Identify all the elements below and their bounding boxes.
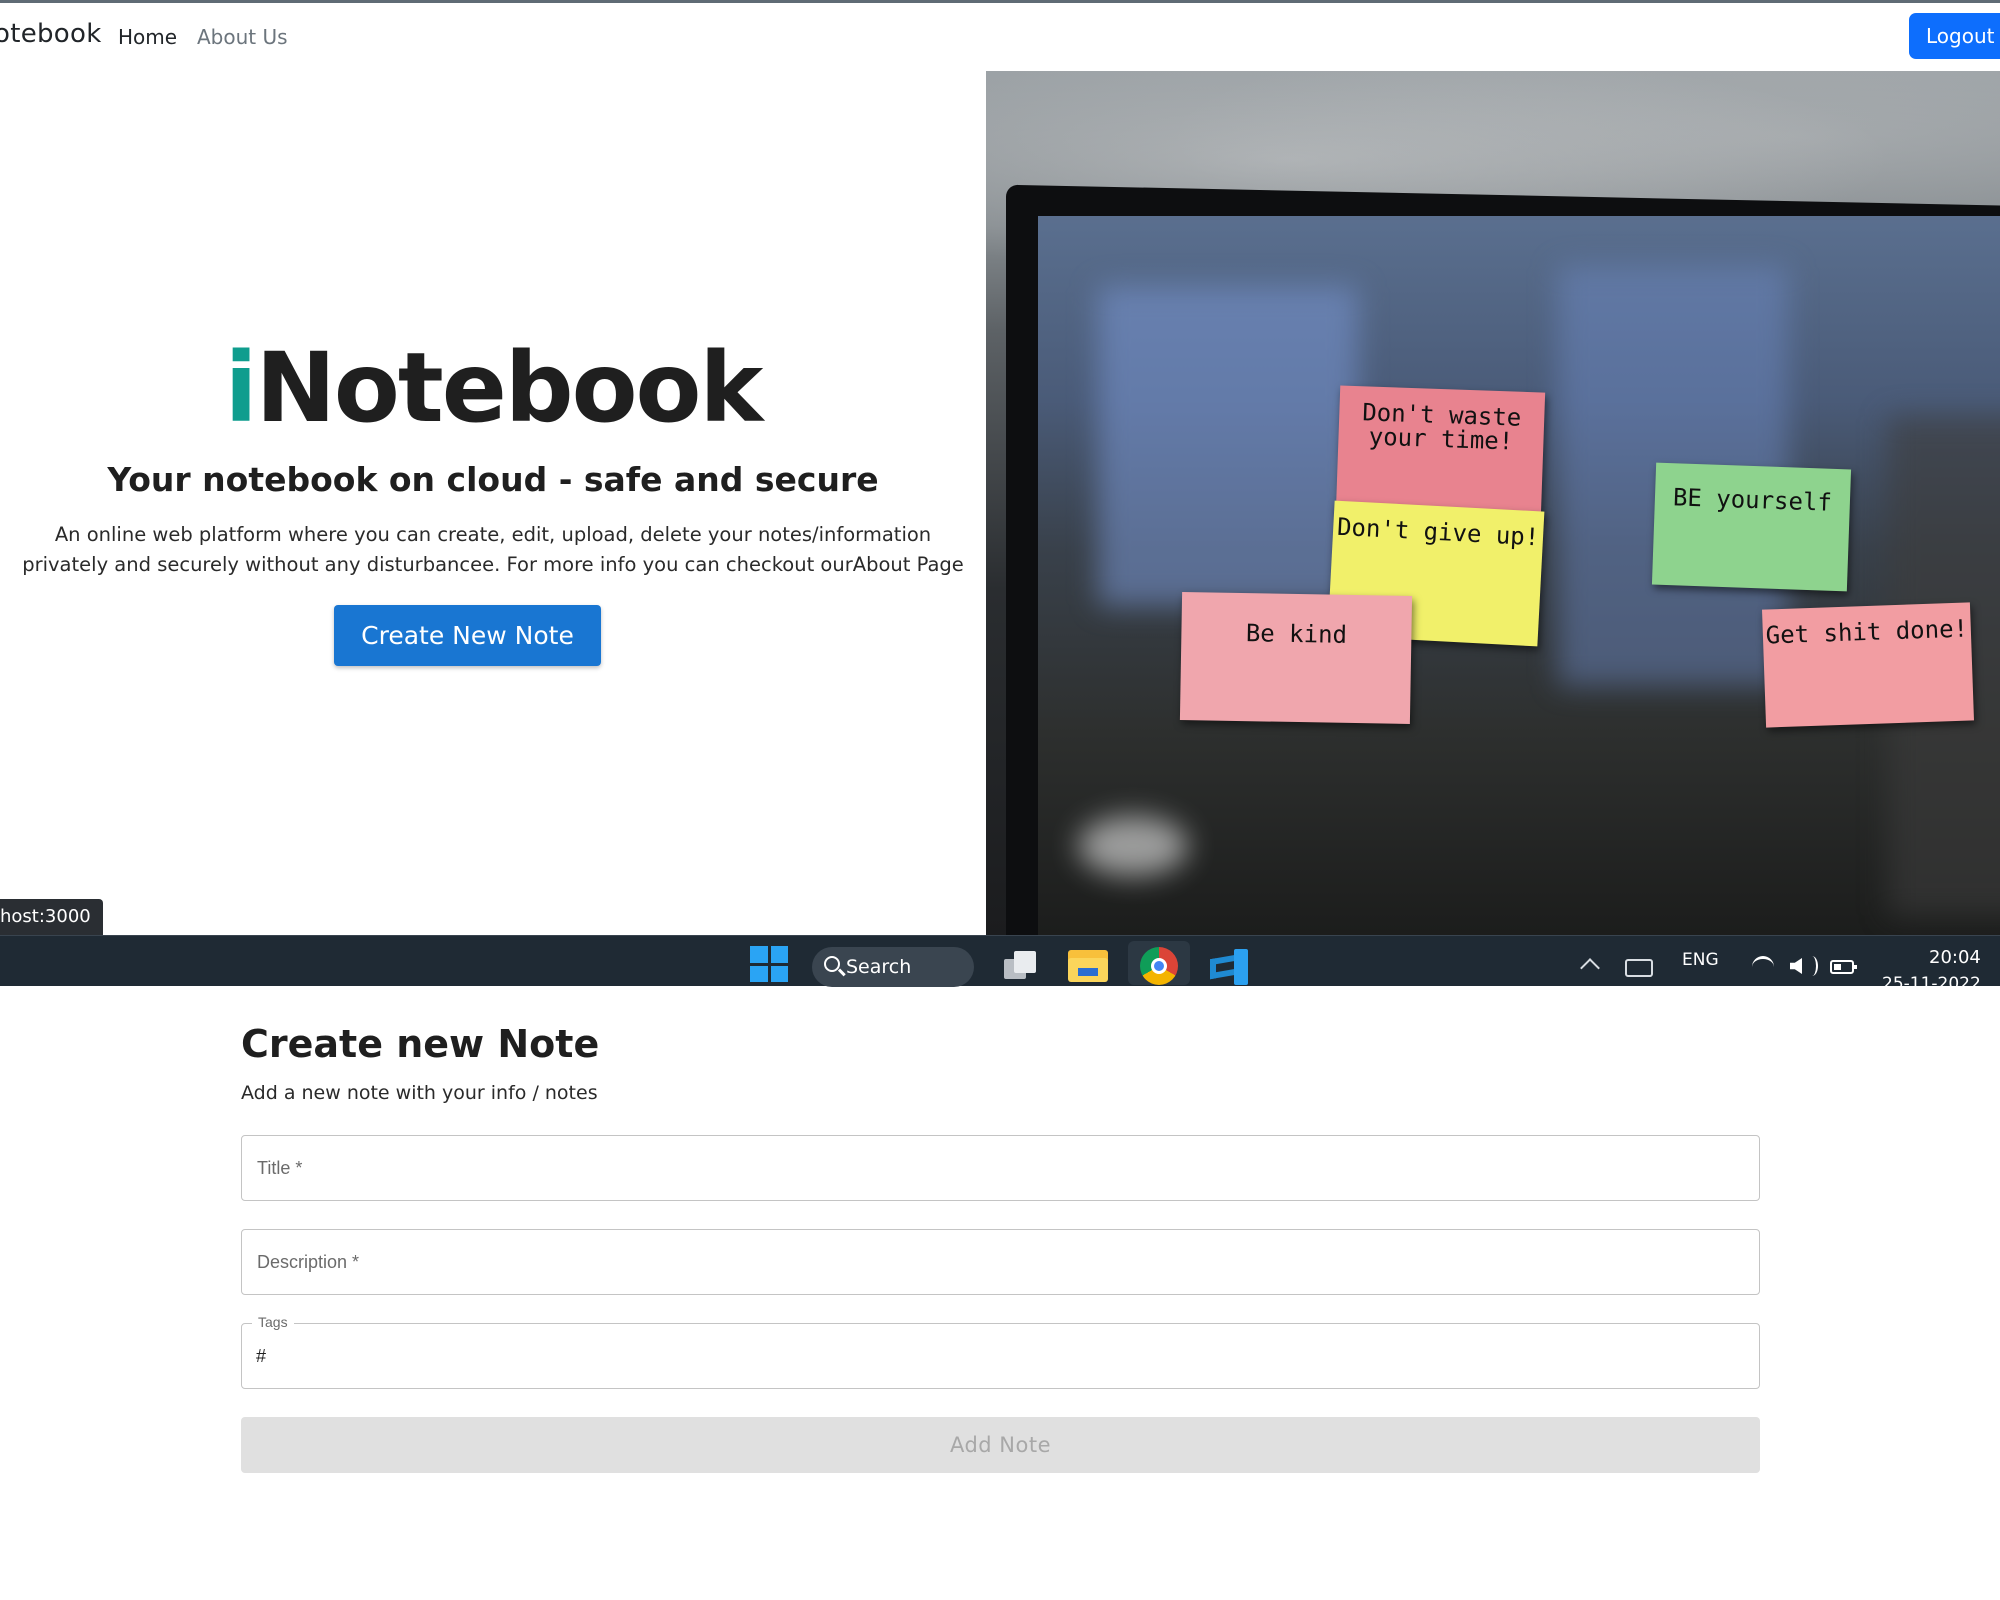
navbar: otebook Home About Us Logout — [0, 3, 2000, 71]
nav-link-about[interactable]: About Us — [197, 25, 288, 49]
hero-image: Don't waste your time! Don't give up! Be… — [986, 71, 2000, 935]
sticky-note: Don't waste your time! — [1335, 385, 1546, 521]
taskbar-search[interactable]: Search — [812, 947, 974, 987]
clock-date[interactable]: 25-11-2022 — [1882, 974, 1981, 994]
form-subtitle: Add a new note with your info / notes — [241, 1082, 598, 1104]
tags-label: Tags — [252, 1314, 294, 1330]
description-input[interactable] — [241, 1229, 1760, 1295]
task-view-icon[interactable] — [1004, 951, 1036, 979]
hero-section — [0, 71, 986, 935]
sticky-note: BE yourself — [1651, 462, 1852, 592]
sticky-note: Be kind — [1179, 592, 1413, 724]
hero-title-rest: Notebook — [255, 332, 764, 444]
navbar-brand[interactable]: otebook — [0, 19, 102, 49]
search-icon — [824, 956, 840, 972]
file-explorer-icon[interactable] — [1068, 950, 1108, 982]
clock-time[interactable]: 20:04 — [1929, 947, 1981, 968]
tags-field[interactable]: Tags — [241, 1314, 1760, 1389]
chrome-icon[interactable] — [1140, 947, 1178, 985]
light-reflection — [1078, 816, 1188, 876]
vscode-icon[interactable] — [1210, 949, 1250, 985]
status-url-tooltip: host:3000 — [0, 899, 103, 935]
monitor-screen: Don't waste your time! Don't give up! Be… — [1038, 216, 2000, 935]
volume-icon[interactable] — [1790, 958, 1802, 974]
tags-input[interactable] — [256, 1342, 1736, 1370]
volume-waves-icon — [1806, 956, 1818, 976]
logout-button[interactable]: Logout — [1909, 13, 2000, 59]
battery-icon[interactable] — [1830, 960, 1857, 974]
hero-subtitle: Your notebook on cloud - safe and secure — [107, 460, 879, 499]
language-indicator[interactable]: ENG — [1682, 950, 1719, 970]
tray-chevron-up-icon[interactable] — [1580, 958, 1600, 978]
windows-taskbar: Search ENG 20:04 25-11-2022 — [0, 935, 2000, 994]
form-title: Create new Note — [241, 1022, 600, 1066]
sticky-note: Get shit done! — [1762, 602, 1974, 728]
hero-description: An online web platform where you can cre… — [22, 523, 964, 576]
title-input[interactable] — [241, 1135, 1760, 1201]
windows-start-icon[interactable] — [750, 946, 788, 982]
taskbar-search-label: Search — [846, 956, 912, 978]
wifi-icon[interactable] — [1752, 956, 1774, 978]
hero-title: iNotebook — [0, 332, 986, 444]
window-reflection — [1098, 286, 1358, 606]
hero-title-accent-letter: i — [224, 332, 258, 444]
create-new-note-button[interactable]: Create New Note — [334, 605, 601, 666]
nav-link-home[interactable]: Home — [118, 25, 177, 49]
add-note-button[interactable]: Add Note — [241, 1417, 1760, 1473]
keyboard-icon[interactable] — [1625, 959, 1653, 977]
